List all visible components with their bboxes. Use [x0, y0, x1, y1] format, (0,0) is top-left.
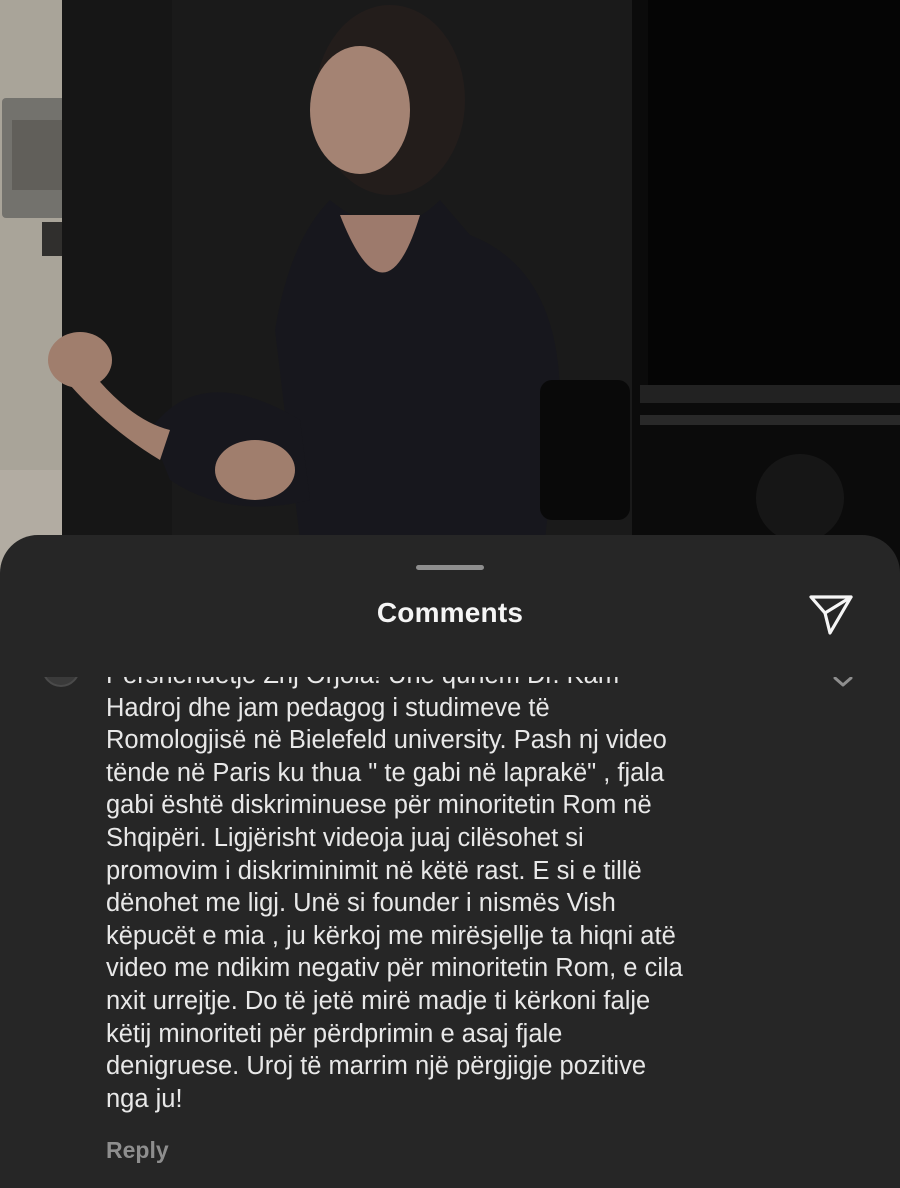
avatar-image	[42, 677, 80, 687]
sheet-title: Comments	[376, 597, 524, 628]
collapse-button[interactable]	[830, 677, 856, 691]
photo-illustration	[0, 0, 900, 600]
comments-sheet: Comments Pershendetje Znj Orjola! Unë qu…	[0, 535, 900, 1188]
sheet-drag-handle[interactable]	[416, 565, 484, 570]
chevron-down-icon	[833, 677, 853, 687]
background-photo	[0, 0, 900, 600]
avatar[interactable]	[38, 677, 84, 691]
paper-plane-icon	[809, 595, 853, 635]
comment-text: Pershendetje Znj Orjola! Unë quhem Dr. K…	[106, 677, 683, 1113]
reply-button[interactable]: Reply	[106, 1137, 169, 1164]
comment-list[interactable]: Pershendetje Znj Orjola! Unë quhem Dr. K…	[0, 677, 900, 1188]
share-button[interactable]	[806, 591, 856, 637]
